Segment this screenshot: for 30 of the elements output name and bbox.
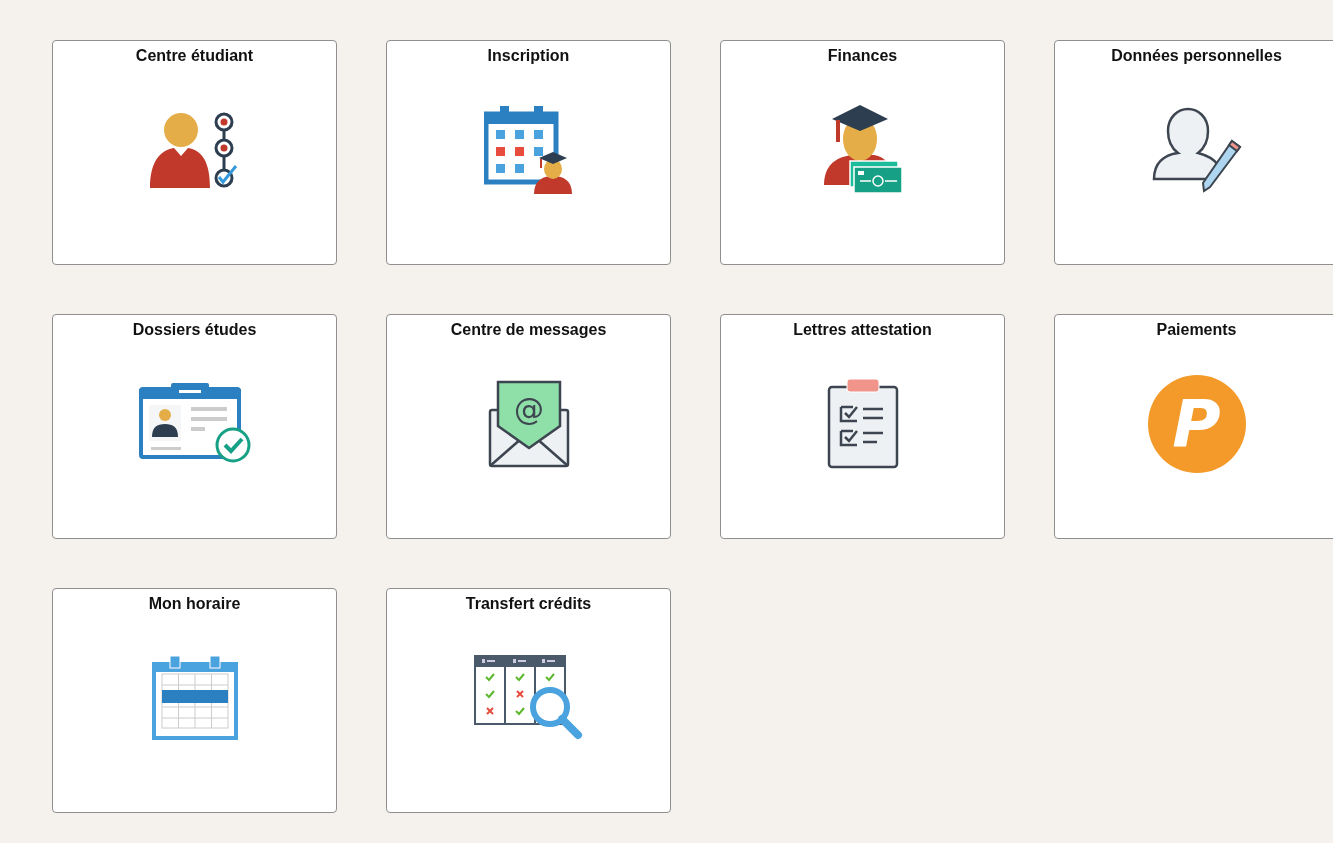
checklist-clipboard-icon <box>826 379 899 469</box>
tile-title: Finances <box>827 46 898 66</box>
student-progress-icon <box>149 112 240 188</box>
tile[interactable]: Centre étudiant <box>52 40 337 265</box>
tile[interactable]: Données personnelles <box>1054 40 1333 265</box>
tile[interactable]: Lettres attestation <box>720 314 1005 539</box>
tile-title: Données personnelles <box>1111 46 1282 66</box>
tile[interactable]: Dossiers études <box>52 314 337 539</box>
results-table-search-icon <box>473 655 584 741</box>
payment-logo: P <box>1147 375 1246 473</box>
tile-title: Dossiers études <box>132 320 257 340</box>
tile-title: Paiements <box>1156 320 1237 340</box>
tile-title: Lettres attestation <box>793 320 932 340</box>
tile-title: Inscription <box>487 46 570 66</box>
tile-title: Transfert crédits <box>465 594 592 614</box>
tile[interactable]: Centre de messages @ <box>386 314 671 539</box>
graduate-money-icon <box>823 105 902 195</box>
calendar-icon <box>151 656 238 740</box>
tile[interactable]: Mon horaire <box>52 588 337 813</box>
tile-title: Centre de messages <box>450 320 607 340</box>
tile-title: Mon horaire <box>148 594 241 614</box>
tile[interactable]: Paiements P <box>1054 314 1333 539</box>
id-card-check-icon <box>138 383 251 465</box>
person-edit-icon <box>1151 107 1242 193</box>
at-sign-glyph: @ <box>513 392 544 427</box>
calendar-student-icon <box>483 106 574 194</box>
tile[interactable]: Transfert crédits <box>386 588 671 813</box>
tile[interactable]: Inscription <box>386 40 671 265</box>
tile[interactable]: Finances <box>720 40 1005 265</box>
tile-title: Centre étudiant <box>135 46 254 66</box>
